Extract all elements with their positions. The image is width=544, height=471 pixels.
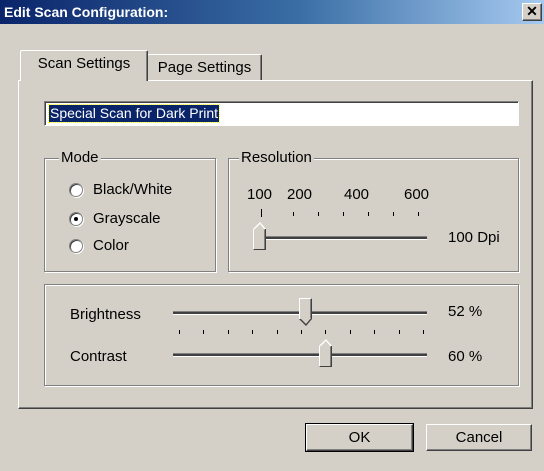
mode-group-label: Mode	[59, 149, 101, 166]
resolution-tick-mark	[418, 212, 419, 216]
brightness-contrast-tick-mark	[350, 330, 351, 334]
resolution-tick-mark	[261, 209, 262, 217]
brightness-slider-thumb[interactable]	[299, 298, 312, 326]
brightness-contrast-tick-mark	[301, 330, 302, 334]
tab-page-settings[interactable]: Page Settings	[147, 54, 262, 81]
resolution-slider-track[interactable]	[259, 236, 427, 240]
brightness-contrast-tick-mark	[423, 330, 424, 334]
tab-scan-settings-label: Scan Settings	[37, 55, 131, 72]
resolution-tick-mark	[318, 212, 319, 216]
mode-group: Mode Black/White Grayscale Color	[44, 149, 216, 272]
brightness-contrast-tick-mark	[277, 330, 278, 334]
brightness-contrast-tick-mark	[203, 330, 204, 334]
window-title: Edit Scan Configuration:	[4, 4, 169, 20]
resolution-tick-mark	[393, 212, 394, 216]
brightness-contrast-tick-mark	[399, 330, 400, 334]
brightness-contrast-tick-mark	[228, 330, 229, 334]
radio-black-white-button[interactable]	[69, 183, 83, 197]
resolution-tick-label-400: 400	[344, 186, 370, 203]
contrast-value: 60 %	[448, 348, 483, 365]
contrast-label: Contrast	[70, 348, 127, 365]
brightness-contrast-tick-mark	[179, 330, 180, 334]
radio-grayscale-button[interactable]	[69, 212, 83, 226]
configuration-name-text: Special Scan for Dark Print	[47, 104, 221, 123]
edit-scan-configuration-dialog: Edit Scan Configuration: ✕ Scan Settings…	[0, 0, 544, 471]
brightness-value: 52 %	[448, 303, 483, 320]
resolution-group: Resolution	[228, 149, 519, 272]
resolution-group-label: Resolution	[239, 149, 314, 166]
tab-page-settings-label: Page Settings	[157, 59, 252, 76]
brightness-contrast-tick-mark	[325, 330, 326, 334]
resolution-value: 100 Dpi	[448, 229, 500, 246]
resolution-slider-thumb[interactable]	[253, 222, 266, 250]
brightness-label: Brightness	[70, 306, 141, 323]
tab-scan-settings[interactable]: Scan Settings	[20, 50, 148, 81]
brightness-contrast-tick-mark	[374, 330, 375, 334]
radio-grayscale-label: Grayscale	[93, 210, 161, 227]
radio-black-white-label: Black/White	[93, 181, 173, 198]
close-icon[interactable]: ✕	[522, 3, 542, 21]
contrast-slider-track[interactable]	[173, 353, 427, 357]
radio-color-button[interactable]	[69, 239, 83, 253]
resolution-tick-label-100: 100	[247, 186, 273, 203]
resolution-tick-mark	[293, 212, 294, 216]
resolution-tick-label-200: 200	[287, 186, 313, 203]
contrast-slider-thumb[interactable]	[319, 339, 332, 367]
resolution-tick-label-600: 600	[404, 186, 430, 203]
brightness-contrast-tick-mark	[252, 330, 253, 334]
resolution-tick-mark	[368, 212, 369, 216]
resolution-tick-mark	[343, 212, 344, 216]
title-bar: Edit Scan Configuration: ✕	[0, 0, 544, 24]
cancel-button[interactable]: Cancel	[426, 424, 532, 451]
ok-button[interactable]: OK	[305, 423, 414, 452]
configuration-name-field[interactable]: Special Scan for Dark Print	[44, 101, 519, 126]
brightness-contrast-group	[44, 284, 519, 386]
radio-color-label: Color	[93, 237, 129, 254]
